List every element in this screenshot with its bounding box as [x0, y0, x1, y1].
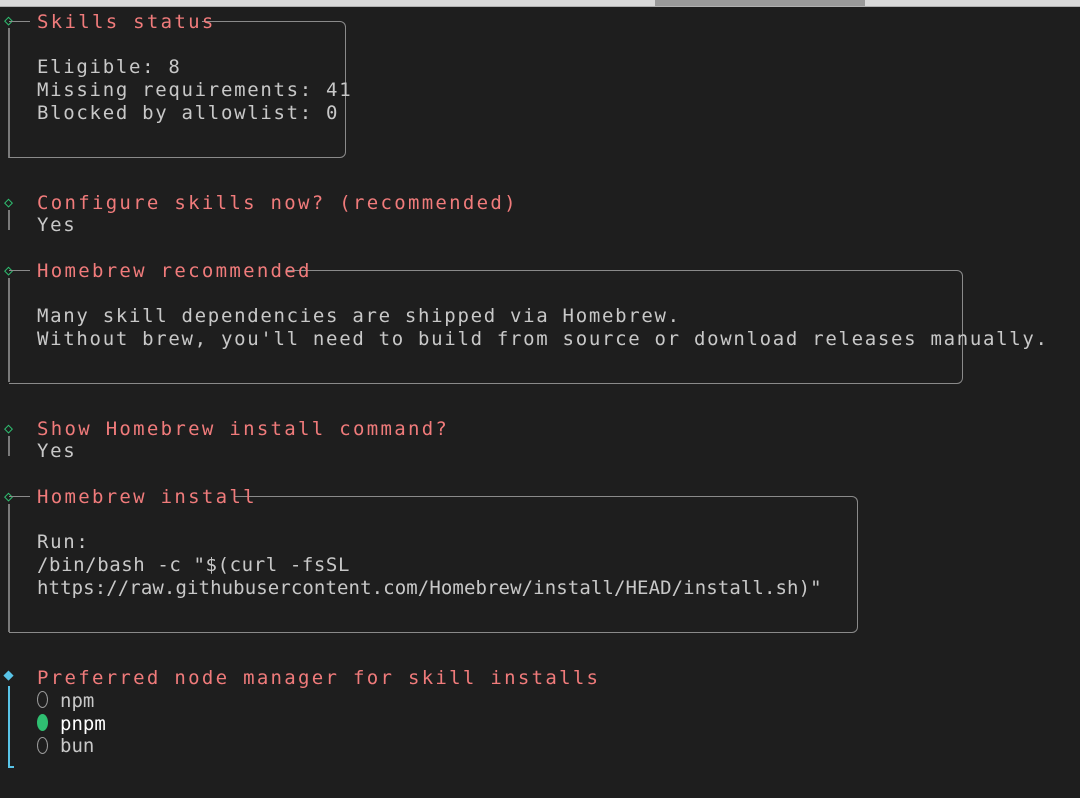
- diamond-filled-icon: ◆: [3, 665, 14, 685]
- homebrew-install-line: Run:: [37, 531, 90, 553]
- configure-skills-answer: Yes: [37, 214, 77, 236]
- window-tab-strip: [0, 0, 1080, 7]
- diamond-outline-icon: ◇: [3, 193, 14, 211]
- skills-status-line: Blocked by allowlist: 0: [37, 102, 340, 124]
- diamond-outline-icon: ◇: [3, 419, 14, 437]
- option-label: npm: [60, 690, 95, 712]
- skills-status-line: Eligible: 8: [37, 56, 182, 78]
- show-install-answer: Yes: [37, 440, 77, 462]
- node-manager-title: Preferred node manager for skill install…: [37, 667, 601, 689]
- show-install-title: Show Homebrew install command?: [37, 418, 450, 440]
- skills-status-title: Skills status: [37, 11, 216, 33]
- option-label: bun: [60, 735, 95, 757]
- option-label: pnpm: [60, 713, 106, 735]
- rail-segment: [8, 436, 10, 456]
- skills-status-line: Missing requirements: 41: [37, 79, 353, 101]
- radio-empty-icon[interactable]: [37, 691, 48, 708]
- configure-skills-title: Configure skills now? (recommended): [37, 192, 518, 214]
- homebrew-install-url[interactable]: https://raw.githubusercontent.com/Homebr…: [37, 577, 822, 600]
- homebrew-recommended-line: Many skill dependencies are shipped via …: [37, 305, 681, 327]
- homebrew-recommended-title: Homebrew recommended: [37, 260, 312, 282]
- rail-segment: [8, 210, 10, 230]
- radio-empty-icon[interactable]: [37, 737, 48, 754]
- tab-active-region[interactable]: [655, 0, 865, 6]
- homebrew-install-command[interactable]: /bin/bash -c "$(curl -fsSL: [37, 554, 350, 577]
- rail-segment-active: [8, 686, 10, 768]
- radio-filled-icon[interactable]: [37, 714, 48, 731]
- homebrew-install-title: Homebrew install: [37, 486, 257, 508]
- rail-end-cap: [8, 766, 14, 768]
- homebrew-recommended-line: Without brew, you'll need to build from …: [37, 328, 1049, 350]
